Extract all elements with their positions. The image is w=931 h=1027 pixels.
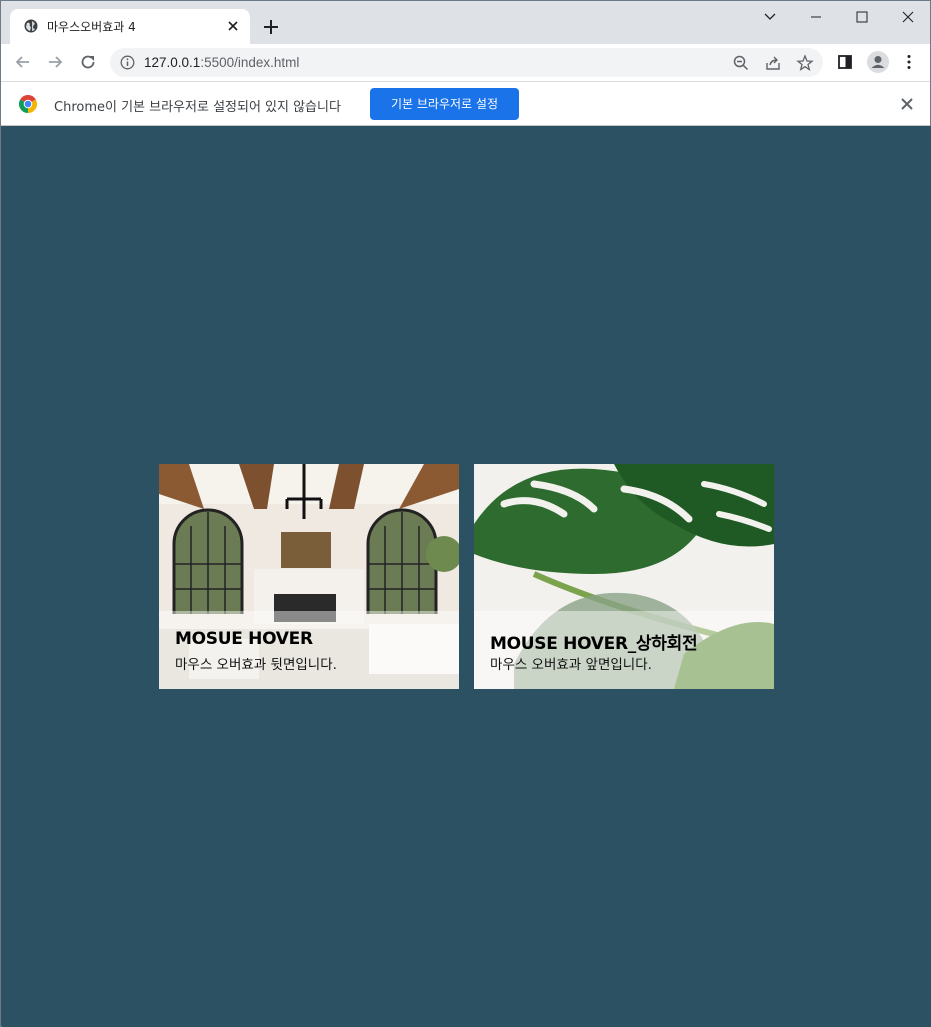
browser-window: 마우스오버효과 4 127.0.0.1:5500/index.html Chro… [0, 0, 931, 1027]
card-description: 마우스 오버효과 뒷면입니다. [175, 657, 337, 673]
toolbar: 127.0.0.1:5500/index.html [1, 44, 930, 81]
card-description: 마우스 오버효과 앞면입니다. [490, 657, 652, 673]
close-icon[interactable] [224, 17, 242, 35]
maximize-icon[interactable] [854, 9, 870, 25]
url-host: 127.0.0.1 [144, 55, 201, 70]
card-title: MOUSE HOVER_상하회전 [490, 634, 698, 654]
star-icon[interactable] [796, 54, 814, 72]
plus-icon[interactable] [261, 17, 281, 37]
minimize-icon[interactable] [808, 9, 824, 25]
set-default-browser-button[interactable]: 기본 브라우저로 설정 [370, 88, 519, 120]
tab-strip: 마우스오버효과 4 [1, 1, 930, 44]
zoom-out-icon[interactable] [732, 54, 750, 72]
hover-card[interactable]: MOUSE HOVER_상하회전 마우스 오버효과 앞면입니다. [474, 464, 774, 689]
infobar-message: Chrome이 기본 브라우저로 설정되어 있지 않습니다 [54, 100, 341, 115]
side-panel-icon[interactable] [836, 53, 854, 71]
browser-tab[interactable]: 마우스오버효과 4 [10, 9, 250, 44]
page-content: MOSUE HOVER 마우스 오버효과 뒷면입니다. MOUSE HOVER_… [2, 126, 931, 1027]
chevron-down-icon[interactable] [762, 9, 778, 25]
url-path: :5500/index.html [200, 55, 300, 70]
url-text[interactable]: 127.0.0.1:5500/index.html [144, 55, 299, 70]
tab-title: 마우스오버효과 4 [47, 20, 136, 34]
default-browser-infobar: Chrome이 기본 브라우저로 설정되어 있지 않습니다 기본 브라우저로 설… [1, 81, 930, 126]
hover-card[interactable]: MOSUE HOVER 마우스 오버효과 뒷면입니다. [159, 464, 459, 689]
chrome-logo-icon [19, 95, 37, 113]
info-icon[interactable] [120, 55, 135, 70]
close-icon[interactable] [899, 96, 915, 112]
globe-icon [24, 19, 38, 33]
back-icon[interactable] [14, 53, 32, 71]
window-close-icon[interactable] [900, 9, 916, 25]
share-icon[interactable] [764, 54, 782, 72]
menu-icon[interactable] [900, 53, 918, 71]
card-caption [159, 611, 459, 689]
reload-icon[interactable] [79, 53, 97, 71]
profile-icon[interactable] [867, 51, 889, 73]
address-bar[interactable]: 127.0.0.1:5500/index.html [110, 48, 823, 77]
card-title: MOSUE HOVER [175, 629, 313, 649]
forward-icon[interactable] [46, 53, 64, 71]
